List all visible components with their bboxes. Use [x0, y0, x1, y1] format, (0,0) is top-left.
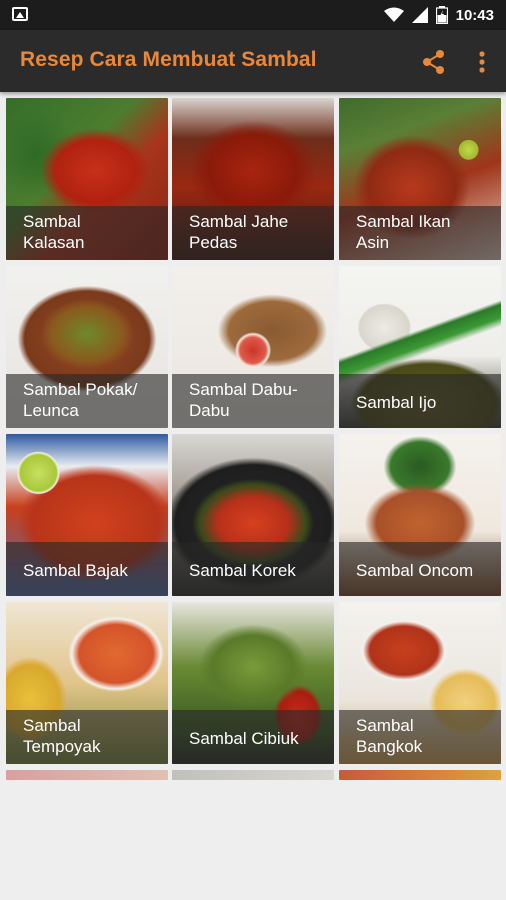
share-icon[interactable]	[420, 48, 448, 76]
app-bar: Resep Cara Membuat Sambal	[0, 30, 506, 92]
recipe-caption: Sambal Kalasan	[6, 206, 168, 260]
recipe-card-oncom[interactable]: Sambal Oncom	[339, 434, 501, 596]
recipe-name: Sambal Dabu- Dabu	[189, 380, 298, 420]
recipe-card-ijo[interactable]: Sambal Ijo	[339, 266, 501, 428]
recipe-name: Sambal Kalasan	[23, 212, 85, 252]
app-screen: 10:43 Resep Cara Membuat Sambal Sambal K…	[0, 0, 506, 900]
recipe-card-partial[interactable]	[172, 770, 334, 780]
recipe-caption: Sambal Tempoyak	[6, 710, 168, 764]
recipe-name: Sambal Ikan Asin	[356, 212, 451, 252]
recipe-card-cibiuk[interactable]: Sambal Cibiuk	[172, 602, 334, 764]
recipe-name: Sambal Jahe Pedas	[189, 212, 289, 252]
recipe-photo	[6, 770, 168, 780]
recipe-caption: Sambal Bangkok	[339, 710, 501, 764]
recipe-card-partial[interactable]	[6, 770, 168, 780]
recipe-card-partial[interactable]	[339, 770, 501, 780]
recipe-caption: Sambal Ijo	[339, 374, 501, 428]
recipe-caption: Sambal Jahe Pedas	[172, 206, 334, 260]
recipe-card-kalasan[interactable]: Sambal Kalasan	[6, 98, 168, 260]
recipe-name: Sambal Pokak/ Leunca	[23, 380, 138, 420]
recipe-caption: Sambal Cibiuk	[172, 710, 334, 764]
image-notification-icon	[12, 7, 28, 21]
recipe-caption: Sambal Oncom	[339, 542, 501, 596]
recipe-photo	[339, 770, 501, 780]
recipe-caption: Sambal Pokak/ Leunca	[6, 374, 168, 428]
clock: 10:43	[455, 6, 494, 24]
recipe-name: Sambal Bajak	[23, 561, 128, 580]
recipe-caption: Sambal Korek	[172, 542, 334, 596]
recipe-name: Sambal Bangkok	[356, 716, 423, 756]
recipe-card-bangkok[interactable]: Sambal Bangkok	[339, 602, 501, 764]
recipe-photo	[172, 770, 334, 780]
recipe-caption: Sambal Dabu- Dabu	[172, 374, 334, 428]
recipe-name: Sambal Ijo	[356, 393, 437, 412]
status-bar: 10:43	[0, 0, 506, 30]
recipe-card-jahe-pedas[interactable]: Sambal Jahe Pedas	[172, 98, 334, 260]
recipe-caption: Sambal Bajak	[6, 542, 168, 596]
recipe-card-tempoyak[interactable]: Sambal Tempoyak	[6, 602, 168, 764]
recipe-name: Sambal Cibiuk	[189, 729, 299, 748]
battery-icon	[435, 6, 448, 24]
recipe-card-korek[interactable]: Sambal Korek	[172, 434, 334, 596]
recipe-card-ikan-asin[interactable]: Sambal Ikan Asin	[339, 98, 501, 260]
wifi-icon	[383, 7, 404, 22]
recipe-caption: Sambal Ikan Asin	[339, 206, 501, 260]
empty-area	[0, 780, 506, 900]
status-icons: 10:43	[383, 4, 494, 26]
recipe-name: Sambal Oncom	[356, 561, 474, 580]
signal-icon	[411, 7, 428, 23]
recipe-card-bajak[interactable]: Sambal Bajak	[6, 434, 168, 596]
recipe-name: Sambal Tempoyak	[23, 716, 101, 756]
recipe-card-dabu-dabu[interactable]: Sambal Dabu- Dabu	[172, 266, 334, 428]
app-title: Resep Cara Membuat Sambal	[20, 48, 317, 71]
recipe-grid[interactable]: Sambal Kalasan Sambal Jahe Pedas Sambal …	[0, 92, 506, 780]
recipe-card-pokak-leunca[interactable]: Sambal Pokak/ Leunca	[6, 266, 168, 428]
recipe-name: Sambal Korek	[189, 561, 296, 580]
more-vert-icon[interactable]	[468, 48, 496, 76]
